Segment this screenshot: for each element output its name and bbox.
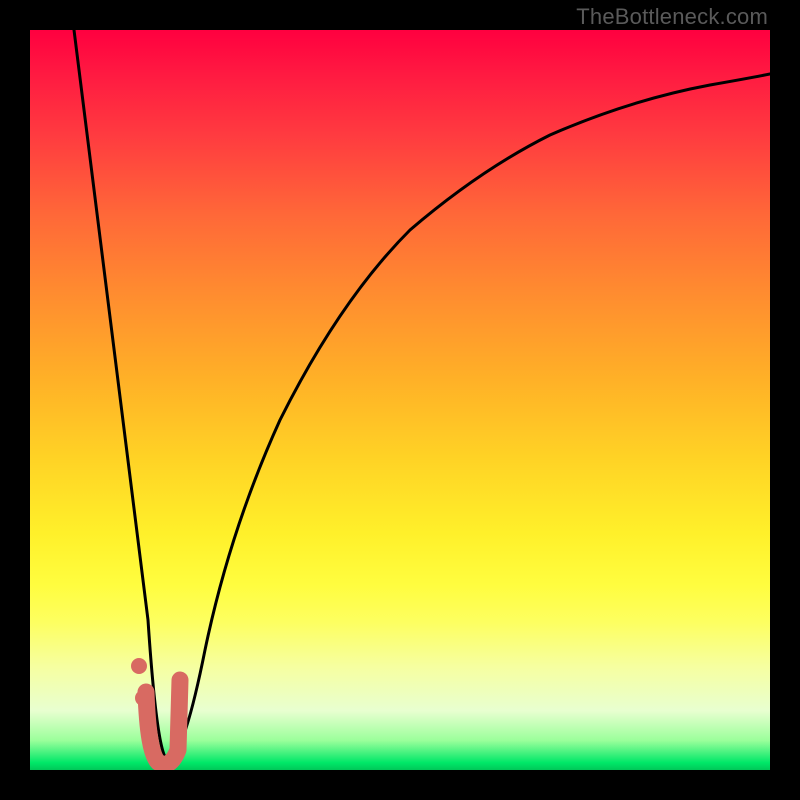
marker-dot-lower xyxy=(135,690,151,706)
plot-area xyxy=(30,30,770,770)
marker-dot-upper xyxy=(131,658,147,674)
chart-container: TheBottleneck.com xyxy=(0,0,800,800)
bottleneck-curve xyxy=(74,30,770,761)
curve-layer xyxy=(30,30,770,770)
watermark-text: TheBottleneck.com xyxy=(576,4,768,30)
